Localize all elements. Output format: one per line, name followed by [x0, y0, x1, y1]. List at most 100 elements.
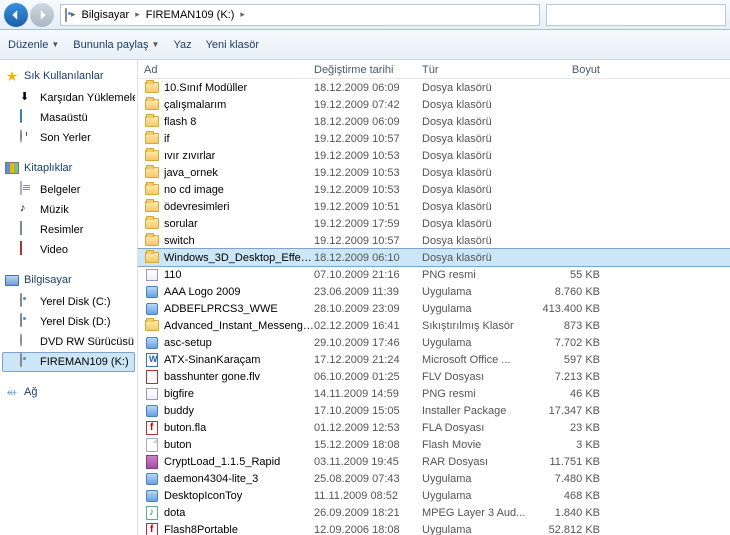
file-name: sorular — [164, 218, 314, 230]
file-row[interactable]: asc-setup29.10.2009 17:46Uygulama7.702 K… — [138, 334, 730, 351]
file-name: flash 8 — [164, 116, 314, 128]
share-with-button[interactable]: Bununla paylaş▼ — [73, 39, 159, 51]
file-row[interactable]: AAA Logo 200923.06.2009 11:39Uygulama8.7… — [138, 283, 730, 300]
file-row[interactable]: CryptLoad_1.1.5_Rapid03.11.2009 19:45RAR… — [138, 453, 730, 470]
file-date: 19.12.2009 17:59 — [314, 218, 422, 230]
column-headers[interactable]: Ad Değiştirme tarihi Tür Boyut — [138, 60, 730, 79]
file-row[interactable]: çalışmalarım19.12.2009 07:42Dosya klasör… — [138, 96, 730, 113]
file-row[interactable]: buton.fla01.12.2009 12:53FLA Dosyası23 K… — [138, 419, 730, 436]
file-row[interactable]: ıvır zıvırlar19.12.2009 10:53Dosya klasö… — [138, 147, 730, 164]
idesk-icon — [20, 110, 36, 126]
address-bar[interactable]: ▸ Bilgisayar ▸ FIREMAN109 (K:) ▸ — [60, 4, 540, 26]
imus-icon: ♪ — [20, 202, 36, 218]
file-row[interactable]: flash 818.12.2009 06:09Dosya klasörü — [138, 113, 730, 130]
file-date: 02.12.2009 16:41 — [314, 320, 422, 332]
sidebar-item-lib[interactable]: Resimler — [2, 220, 135, 240]
file-row[interactable]: no cd image19.12.2009 10:53Dosya klasörü — [138, 181, 730, 198]
sidebar-item-lib[interactable]: Belgeler — [2, 180, 135, 200]
file-row[interactable]: basshunter gone.flv06.10.2009 01:25FLV D… — [138, 368, 730, 385]
file-row[interactable]: ADBEFLPRCS3_WWE28.10.2009 23:09Uygulama4… — [138, 300, 730, 317]
organize-button[interactable]: Düzenle▼ — [8, 39, 59, 51]
search-input[interactable] — [546, 4, 726, 26]
sidebar-item-label: Masaüstü — [40, 112, 88, 124]
iexe-icon — [144, 488, 160, 504]
file-name: switch — [164, 235, 314, 247]
file-name: bigfire — [164, 388, 314, 400]
file-type: PNG resmi — [422, 269, 530, 281]
col-date[interactable]: Değiştirme tarihi — [314, 64, 422, 76]
sidebar-item-fav[interactable]: Masaüstü — [2, 108, 135, 128]
ifolder-icon — [144, 148, 160, 164]
file-row[interactable]: 10.Sınıf Modüller18.12.2009 06:09Dosya k… — [138, 79, 730, 96]
sidebar-item-lib[interactable]: Video — [2, 240, 135, 260]
file-row[interactable]: java_ornek19.12.2009 10:53Dosya klasörü — [138, 164, 730, 181]
file-date: 26.09.2009 18:21 — [314, 507, 422, 519]
file-name: Flash8Portable — [164, 524, 314, 535]
sidebar-item-lib[interactable]: ♪Müzik — [2, 200, 135, 220]
sidebar-favorites-head[interactable]: ★Sık Kullanılanlar — [2, 66, 135, 88]
sidebar-network-head[interactable]: ⬴Ağ — [2, 382, 135, 404]
ipng-icon — [144, 267, 160, 283]
file-type: Uygulama — [422, 524, 530, 535]
file-row[interactable]: bigfire14.11.2009 14:59PNG resmi46 KB — [138, 385, 730, 402]
file-date: 25.08.2009 07:43 — [314, 473, 422, 485]
file-name: Windows_3D_Desktop_Effects — [164, 252, 314, 264]
file-name: buton.fla — [164, 422, 314, 434]
file-row[interactable]: 11007.10.2009 21:16PNG resmi55 KB — [138, 266, 730, 283]
file-row[interactable]: Advanced_Instant_Messengers_Password...0… — [138, 317, 730, 334]
burn-button[interactable]: Yaz — [173, 39, 191, 51]
forward-button[interactable] — [30, 3, 54, 27]
file-row[interactable]: buddy17.10.2009 15:05Installer Package17… — [138, 402, 730, 419]
new-folder-button[interactable]: Yeni klasör — [206, 39, 259, 51]
file-name: ADBEFLPRCS3_WWE — [164, 303, 314, 315]
idrive-icon — [20, 294, 36, 310]
col-type[interactable]: Tür — [422, 64, 530, 76]
file-type: Dosya klasörü — [422, 184, 530, 196]
breadcrumb-drive[interactable]: FIREMAN109 (K:) — [144, 9, 237, 21]
file-type: Uygulama — [422, 303, 530, 315]
ifolder-icon — [144, 165, 160, 181]
file-size: 1.840 KB — [530, 507, 600, 519]
ifolder-icon — [144, 80, 160, 96]
file-row[interactable]: DesktopIconToy11.11.2009 08:52Uygulama46… — [138, 487, 730, 504]
breadcrumb-computer[interactable]: Bilgisayar — [80, 9, 132, 21]
imp3-icon — [144, 505, 160, 521]
file-row[interactable]: buton15.12.2009 18:08Flash Movie3 KB — [138, 436, 730, 453]
file-row[interactable]: daemon4304-lite_325.08.2009 07:43Uygulam… — [138, 470, 730, 487]
sidebar-computer-head[interactable]: Bilgisayar — [2, 270, 135, 292]
file-row[interactable]: Windows_3D_Desktop_Effects18.12.2009 06:… — [138, 249, 730, 266]
file-date: 01.12.2009 12:53 — [314, 422, 422, 434]
col-size[interactable]: Boyut — [530, 64, 600, 76]
sidebar-item-label: Karşıdan Yüklemeler — [40, 92, 135, 104]
file-date: 19.12.2009 10:57 — [314, 133, 422, 145]
file-type: RAR Dosyası — [422, 456, 530, 468]
file-size: 468 KB — [530, 490, 600, 502]
file-row[interactable]: ATX-SinanKaraçam17.12.2009 21:24Microsof… — [138, 351, 730, 368]
sidebar-item-comp[interactable]: DVD RW Sürücüsü (I — [2, 332, 135, 352]
titlebar: ▸ Bilgisayar ▸ FIREMAN109 (K:) ▸ — [0, 0, 730, 30]
file-list[interactable]: Ad Değiştirme tarihi Tür Boyut 10.Sınıf … — [138, 60, 730, 535]
sidebar-item-comp[interactable]: FIREMAN109 (K:) — [2, 352, 135, 372]
file-row[interactable]: if19.12.2009 10:57Dosya klasörü — [138, 130, 730, 147]
file-name: AAA Logo 2009 — [164, 286, 314, 298]
chevron-right-icon: ▸ — [240, 9, 245, 20]
file-row[interactable]: ödevresimleri19.12.2009 10:51Dosya klasö… — [138, 198, 730, 215]
sidebar-item-fav[interactable]: Son Yerler — [2, 128, 135, 148]
idrive-icon — [20, 354, 36, 370]
sidebar-item-fav[interactable]: ⬇Karşıdan Yüklemeler — [2, 88, 135, 108]
col-name[interactable]: Ad — [144, 64, 314, 76]
file-name: ıvır zıvırlar — [164, 150, 314, 162]
chevron-right-icon: ▸ — [135, 9, 140, 20]
sidebar-libraries-head[interactable]: Kitaplıklar — [2, 158, 135, 180]
back-button[interactable] — [4, 3, 28, 27]
sidebar-item-comp[interactable]: Yerel Disk (C:) — [2, 292, 135, 312]
file-type: Dosya klasörü — [422, 167, 530, 179]
file-date: 17.12.2009 21:24 — [314, 354, 422, 366]
sidebar-item-comp[interactable]: Yerel Disk (D:) — [2, 312, 135, 332]
file-type: MPEG Layer 3 Aud... — [422, 507, 530, 519]
file-row[interactable]: dota26.09.2009 18:21MPEG Layer 3 Aud...1… — [138, 504, 730, 521]
file-row[interactable]: switch19.12.2009 10:57Dosya klasörü — [138, 232, 730, 249]
file-row[interactable]: sorular19.12.2009 17:59Dosya klasörü — [138, 215, 730, 232]
sidebar-item-label: Yerel Disk (C:) — [40, 296, 111, 308]
file-row[interactable]: Flash8Portable12.09.2006 18:08Uygulama52… — [138, 521, 730, 535]
